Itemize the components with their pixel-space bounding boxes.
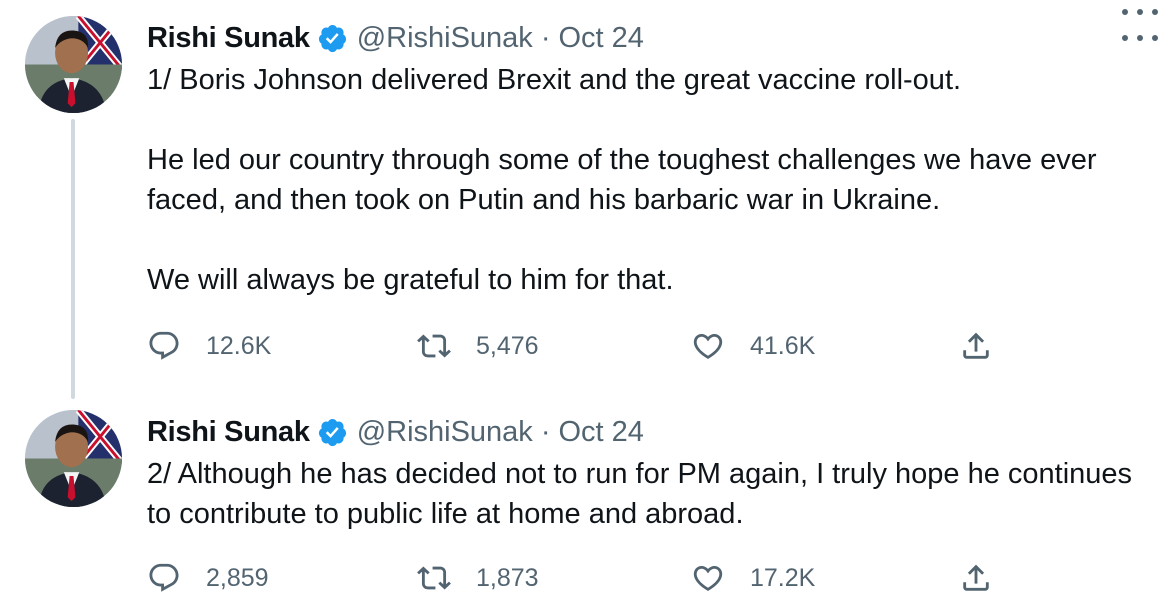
heart-icon — [693, 565, 723, 591]
tweet-text: 1/ Boris Johnson delivered Brexit and th… — [147, 60, 1157, 300]
tweet-paragraph: We will always be grateful to him for th… — [147, 264, 674, 296]
share-button[interactable] — [959, 558, 993, 598]
more-horizontal-icon[interactable] — [1122, 26, 1158, 50]
reply-count: 2,859 — [206, 563, 269, 592]
tweet-actions: 2,859 1,873 17.2K — [147, 558, 1147, 598]
reply-bubble-icon — [149, 563, 179, 592]
retweet-icon — [417, 334, 451, 358]
avatar[interactable] — [25, 16, 122, 113]
tweet-paragraph: He led our country through some of the t… — [147, 144, 1097, 216]
share-upload-icon — [963, 332, 989, 359]
tweet[interactable]: Rishi Sunak @RishiSunak · Oct 24 1/ Bori… — [0, 0, 1174, 400]
reply-count: 12.6K — [206, 331, 272, 360]
retweet-count: 5,476 — [476, 331, 539, 360]
reply-bubble-icon — [149, 331, 179, 360]
author-handle[interactable]: @RishiSunak — [357, 416, 533, 449]
like-button[interactable]: 17.2K — [691, 558, 815, 598]
like-button[interactable]: 41.6K — [691, 326, 815, 366]
author-name[interactable]: Rishi Sunak — [147, 22, 310, 55]
author-handle[interactable]: @RishiSunak — [357, 22, 533, 55]
author-name[interactable]: Rishi Sunak — [147, 416, 310, 449]
tweet-thread: Rishi Sunak @RishiSunak · Oct 24 1/ Bori… — [0, 0, 1174, 614]
verified-badge-icon — [317, 23, 348, 54]
separator-dot: · — [540, 21, 551, 54]
tweet-text: 2/ Although he has decided not to run fo… — [147, 454, 1157, 534]
reply-button[interactable]: 12.6K — [147, 326, 271, 366]
tweet-date[interactable]: Oct 24 — [558, 416, 643, 449]
avatar[interactable] — [25, 410, 122, 507]
retweet-icon — [417, 566, 451, 590]
avatar-photo — [25, 16, 122, 113]
tweet-paragraph: 2/ Although he has decided not to run fo… — [147, 458, 1133, 530]
retweet-button[interactable]: 5,476 — [417, 326, 539, 366]
tweet-date[interactable]: Oct 24 — [558, 22, 643, 55]
like-count: 41.6K — [750, 331, 816, 360]
tweet-paragraph: 1/ Boris Johnson delivered Brexit and th… — [147, 64, 962, 96]
retweet-count: 1,873 — [476, 563, 539, 592]
heart-icon — [693, 333, 723, 359]
separator-dot: · — [540, 415, 551, 448]
tweet-header: Rishi Sunak @RishiSunak · Oct 24 — [147, 412, 644, 452]
more-horizontal-icon[interactable] — [1122, 0, 1158, 24]
verified-badge-icon — [317, 417, 348, 448]
tweet-header: Rishi Sunak @RishiSunak · Oct 24 — [147, 18, 644, 58]
share-upload-icon — [963, 564, 989, 591]
like-count: 17.2K — [750, 563, 816, 592]
tweet-actions: 12.6K 5,476 41.6K — [147, 326, 1147, 366]
reply-button[interactable]: 2,859 — [147, 558, 269, 598]
tweet[interactable]: Rishi Sunak @RishiSunak · Oct 24 2/ Alth… — [0, 398, 1174, 614]
share-button[interactable] — [959, 326, 993, 366]
avatar-photo — [25, 410, 122, 507]
retweet-button[interactable]: 1,873 — [417, 558, 539, 598]
